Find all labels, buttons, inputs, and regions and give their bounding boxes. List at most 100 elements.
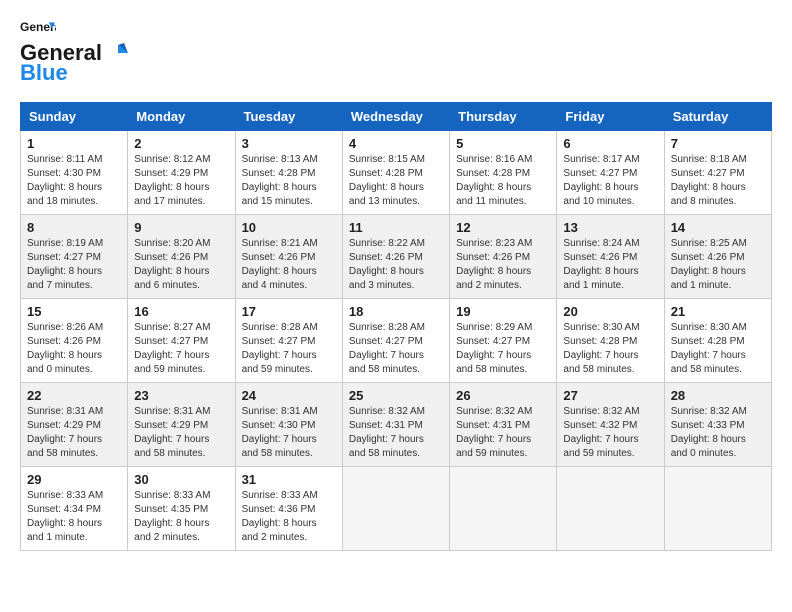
logo-icon: General [20, 20, 56, 38]
day-info: Sunrise: 8:33 AMSunset: 4:35 PMDaylight:… [134, 489, 228, 545]
day-number: 21 [671, 304, 765, 319]
day-info: Sunrise: 8:32 AMSunset: 4:31 PMDaylight:… [349, 405, 443, 461]
calendar-cell: 1Sunrise: 8:11 AMSunset: 4:30 PMDaylight… [21, 131, 128, 215]
header-friday: Friday [557, 103, 664, 131]
header-saturday: Saturday [664, 103, 771, 131]
header-wednesday: Wednesday [342, 103, 449, 131]
calendar-week-row: 22 Sunrise: 8:31 AMSunset: 4:29 PMDayligh… [21, 383, 772, 467]
day-info: Sunrise: 8:33 AMSunset: 4:36 PMDaylight:… [242, 489, 336, 545]
calendar-cell [342, 467, 449, 551]
day-number: 15 [27, 304, 121, 319]
day-info: Sunrise: 8:18 AMSunset: 4:27 PMDaylight:… [671, 153, 765, 209]
calendar-week-row: 29 Sunrise: 8:33 AMSunset: 4:34 PMDayligh… [21, 467, 772, 551]
header-thursday: Thursday [450, 103, 557, 131]
calendar-cell: 7 Sunrise: 8:18 AMSunset: 4:27 PMDaylight… [664, 131, 771, 215]
calendar-cell: 19 Sunrise: 8:29 AMSunset: 4:27 PMDayligh… [450, 299, 557, 383]
calendar-cell: 28Sunrise: 8:32 AMSunset: 4:33 PMDayligh… [664, 383, 771, 467]
day-info: Sunrise: 8:30 AMSunset: 4:28 PMDaylight:… [563, 321, 657, 377]
day-number: 7 [671, 136, 765, 151]
calendar-cell: 8 Sunrise: 8:19 AMSunset: 4:27 PMDaylight… [21, 215, 128, 299]
day-info: Sunrise: 8:12 AMSunset: 4:29 PMDaylight:… [134, 153, 228, 209]
day-info: Sunrise: 8:31 AMSunset: 4:30 PMDaylight:… [242, 405, 336, 461]
calendar-cell: 30 Sunrise: 8:33 AMSunset: 4:35 PMDayligh… [128, 467, 235, 551]
day-info: Sunrise: 8:26 AMSunset: 4:26 PMDaylight:… [27, 321, 121, 377]
calendar-week-row: 1Sunrise: 8:11 AMSunset: 4:30 PMDaylight… [21, 131, 772, 215]
day-number: 10 [242, 220, 336, 235]
day-number: 16 [134, 304, 228, 319]
day-number: 27 [563, 388, 657, 403]
day-info: Sunrise: 8:31 AMSunset: 4:29 PMDaylight:… [27, 405, 121, 461]
calendar-cell: 14 Sunrise: 8:25 AMSunset: 4:26 PMDayligh… [664, 215, 771, 299]
calendar-week-row: 15 Sunrise: 8:26 AMSunset: 4:26 PMDayligh… [21, 299, 772, 383]
calendar-cell: 17 Sunrise: 8:28 AMSunset: 4:27 PMDayligh… [235, 299, 342, 383]
page-header: General General Blue [20, 20, 772, 86]
day-number: 20 [563, 304, 657, 319]
calendar-cell: 4 Sunrise: 8:15 AMSunset: 4:28 PMDaylight… [342, 131, 449, 215]
calendar-cell: 21 Sunrise: 8:30 AMSunset: 4:28 PMDayligh… [664, 299, 771, 383]
day-info: Sunrise: 8:22 AMSunset: 4:26 PMDaylight:… [349, 237, 443, 293]
day-info: Sunrise: 8:29 AMSunset: 4:27 PMDaylight:… [456, 321, 550, 377]
day-number: 3 [242, 136, 336, 151]
day-number: 29 [27, 472, 121, 487]
calendar-cell: 15 Sunrise: 8:26 AMSunset: 4:26 PMDayligh… [21, 299, 128, 383]
header-sunday: Sunday [21, 103, 128, 131]
header-tuesday: Tuesday [235, 103, 342, 131]
day-number: 31 [242, 472, 336, 487]
day-info: Sunrise: 8:32 AMSunset: 4:33 PMDaylight:… [671, 405, 765, 461]
day-number: 4 [349, 136, 443, 151]
calendar-table: SundayMondayTuesdayWednesdayThursdayFrid… [20, 102, 772, 551]
day-info: Sunrise: 8:23 AMSunset: 4:26 PMDaylight:… [456, 237, 550, 293]
day-number: 24 [242, 388, 336, 403]
day-info: Sunrise: 8:15 AMSunset: 4:28 PMDaylight:… [349, 153, 443, 209]
day-info: Sunrise: 8:21 AMSunset: 4:26 PMDaylight:… [242, 237, 336, 293]
day-info: Sunrise: 8:27 AMSunset: 4:27 PMDaylight:… [134, 321, 228, 377]
calendar-cell: 16 Sunrise: 8:27 AMSunset: 4:27 PMDayligh… [128, 299, 235, 383]
calendar-cell: 2Sunrise: 8:12 AMSunset: 4:29 PMDaylight… [128, 131, 235, 215]
day-number: 9 [134, 220, 228, 235]
calendar-cell [664, 467, 771, 551]
calendar-cell: 27 Sunrise: 8:32 AMSunset: 4:32 PMDayligh… [557, 383, 664, 467]
day-number: 8 [27, 220, 121, 235]
day-info: Sunrise: 8:31 AMSunset: 4:29 PMDaylight:… [134, 405, 228, 461]
day-info: Sunrise: 8:13 AMSunset: 4:28 PMDaylight:… [242, 153, 336, 209]
calendar-cell: 29 Sunrise: 8:33 AMSunset: 4:34 PMDayligh… [21, 467, 128, 551]
calendar-cell: 26Sunrise: 8:32 AMSunset: 4:31 PMDayligh… [450, 383, 557, 467]
day-number: 14 [671, 220, 765, 235]
calendar-cell: 13 Sunrise: 8:24 AMSunset: 4:26 PMDayligh… [557, 215, 664, 299]
day-number: 13 [563, 220, 657, 235]
day-info: Sunrise: 8:20 AMSunset: 4:26 PMDaylight:… [134, 237, 228, 293]
day-info: Sunrise: 8:28 AMSunset: 4:27 PMDaylight:… [349, 321, 443, 377]
day-number: 19 [456, 304, 550, 319]
day-number: 17 [242, 304, 336, 319]
day-number: 11 [349, 220, 443, 235]
calendar-cell: 18 Sunrise: 8:28 AMSunset: 4:27 PMDayligh… [342, 299, 449, 383]
calendar-cell: 23 Sunrise: 8:31 AMSunset: 4:29 PMDayligh… [128, 383, 235, 467]
day-info: Sunrise: 8:33 AMSunset: 4:34 PMDaylight:… [27, 489, 121, 545]
day-number: 12 [456, 220, 550, 235]
day-info: Sunrise: 8:19 AMSunset: 4:27 PMDaylight:… [27, 237, 121, 293]
day-info: Sunrise: 8:25 AMSunset: 4:26 PMDaylight:… [671, 237, 765, 293]
day-info: Sunrise: 8:32 AMSunset: 4:32 PMDaylight:… [563, 405, 657, 461]
calendar-cell [450, 467, 557, 551]
day-number: 23 [134, 388, 228, 403]
calendar-cell: 9 Sunrise: 8:20 AMSunset: 4:26 PMDaylight… [128, 215, 235, 299]
calendar-cell: 12 Sunrise: 8:23 AMSunset: 4:26 PMDayligh… [450, 215, 557, 299]
header-monday: Monday [128, 103, 235, 131]
calendar-cell: 10 Sunrise: 8:21 AMSunset: 4:26 PMDayligh… [235, 215, 342, 299]
calendar-cell: 20 Sunrise: 8:30 AMSunset: 4:28 PMDayligh… [557, 299, 664, 383]
day-info: Sunrise: 8:32 AMSunset: 4:31 PMDaylight:… [456, 405, 550, 461]
day-info: Sunrise: 8:17 AMSunset: 4:27 PMDaylight:… [563, 153, 657, 209]
calendar-cell: 31 Sunrise: 8:33 AMSunset: 4:36 PMDayligh… [235, 467, 342, 551]
day-number: 30 [134, 472, 228, 487]
calendar-header-row: SundayMondayTuesdayWednesdayThursdayFrid… [21, 103, 772, 131]
day-number: 22 [27, 388, 121, 403]
calendar-cell: 11 Sunrise: 8:22 AMSunset: 4:26 PMDayligh… [342, 215, 449, 299]
day-info: Sunrise: 8:24 AMSunset: 4:26 PMDaylight:… [563, 237, 657, 293]
day-info: Sunrise: 8:11 AMSunset: 4:30 PMDaylight:… [27, 153, 121, 209]
svg-text:General: General [20, 20, 56, 34]
calendar-cell: 3 Sunrise: 8:13 AMSunset: 4:28 PMDaylight… [235, 131, 342, 215]
day-number: 6 [563, 136, 657, 151]
day-info: Sunrise: 8:28 AMSunset: 4:27 PMDaylight:… [242, 321, 336, 377]
day-number: 18 [349, 304, 443, 319]
day-info: Sunrise: 8:30 AMSunset: 4:28 PMDaylight:… [671, 321, 765, 377]
